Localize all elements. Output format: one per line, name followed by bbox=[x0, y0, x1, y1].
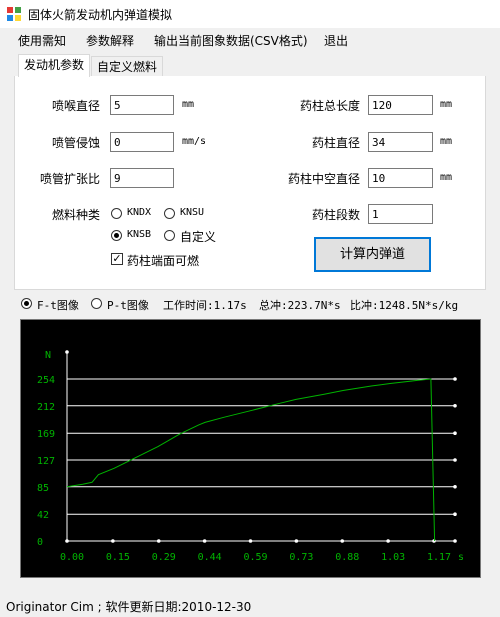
x-tick-label: 1.17 bbox=[427, 552, 451, 563]
label-fuel-type: 燃料种类 bbox=[51, 208, 100, 222]
label-grain-length: 药柱总长度 bbox=[299, 99, 360, 113]
x-tick-dot bbox=[156, 539, 161, 543]
specific-impulse-readout: 比冲:1248.5N*s/kg bbox=[350, 299, 459, 312]
y-gridline-end-dot bbox=[453, 484, 457, 489]
core-diameter-unit: mm bbox=[440, 172, 453, 183]
y-gridline-end-dot bbox=[453, 431, 457, 436]
plot-panel: 0 42 85 127 169 212 254 0.00 0.15 0.29 0.44 0.59 0.7… bbox=[20, 319, 481, 578]
radio-pt-plot-label: P-t图像 bbox=[107, 299, 149, 312]
x-axis-end-dot bbox=[453, 539, 457, 543]
grain-length-input[interactable]: 120 bbox=[368, 95, 433, 115]
radio-knsu-label: KNSU bbox=[180, 207, 205, 218]
core-diameter-input[interactable]: 10 bbox=[368, 168, 433, 188]
app-icon bbox=[7, 7, 21, 21]
nozzle-erosion-unit: mm/s bbox=[182, 136, 207, 147]
radio-pt-plot[interactable] bbox=[91, 298, 102, 309]
x-axis-label: s bbox=[458, 552, 464, 563]
y-tick-label: 42 bbox=[37, 510, 49, 521]
x-tick-label: 0.59 bbox=[244, 552, 268, 563]
x-tick-dot bbox=[202, 539, 207, 543]
nozzle-erosion-input[interactable]: 0 bbox=[110, 132, 174, 152]
x-tick-dot bbox=[111, 539, 115, 543]
y-gridline-end-dot bbox=[453, 512, 457, 517]
y-tick-label: 127 bbox=[37, 456, 55, 467]
throat-diameter-input[interactable]: 5 bbox=[110, 95, 174, 115]
radio-custom-fuel-label: 自定义 bbox=[180, 230, 217, 244]
menu-param-explain[interactable]: 参数解释 bbox=[86, 32, 134, 49]
label-nozzle-erosion: 喷管侵蚀 bbox=[51, 136, 100, 150]
y-tick-label: 85 bbox=[37, 483, 49, 494]
grain-diameter-unit: mm bbox=[440, 136, 453, 147]
radio-knsb[interactable] bbox=[111, 230, 122, 241]
x-tick-label: 0.29 bbox=[152, 552, 176, 563]
x-tick-dot bbox=[340, 539, 345, 543]
radio-knsu[interactable] bbox=[164, 208, 175, 219]
x-tick-label: 0.44 bbox=[198, 552, 222, 563]
x-tick-label: 0.00 bbox=[60, 552, 84, 563]
y-tick-label: 254 bbox=[37, 375, 55, 386]
work-time-readout: 工作时间:1.17s bbox=[163, 299, 247, 312]
radio-ft-plot[interactable] bbox=[21, 298, 32, 309]
label-core-diameter: 药柱中空直径 bbox=[287, 172, 360, 186]
segment-count-input[interactable]: 1 bbox=[368, 204, 433, 224]
expansion-ratio-input[interactable]: 9 bbox=[110, 168, 174, 188]
menu-export-csv[interactable]: 输出当前图象数据(CSV格式) bbox=[154, 32, 308, 49]
label-segment-count: 药柱段数 bbox=[311, 208, 360, 222]
x-tick-dot bbox=[65, 539, 69, 543]
x-tick-dot bbox=[386, 539, 390, 543]
radio-kndx-label: KNDX bbox=[127, 207, 152, 218]
y-tick-label: 0 bbox=[37, 537, 43, 548]
tab-engine-params[interactable]: 发动机参数 bbox=[18, 54, 91, 77]
menu-exit[interactable]: 退出 bbox=[324, 32, 348, 49]
radio-kndx[interactable] bbox=[111, 208, 122, 219]
x-tick-dot bbox=[248, 539, 253, 543]
window-title: 固体火箭发动机内弹道模拟 bbox=[28, 8, 173, 22]
label-throat-diameter: 喷喉直径 bbox=[51, 99, 100, 113]
calculate-button[interactable]: 计算内弹道 bbox=[314, 237, 431, 272]
x-tick-label: 0.15 bbox=[106, 552, 130, 563]
force-time-chart: 0 42 85 127 169 212 254 0.00 0.15 0.29 0.44 0.59 0.7… bbox=[37, 350, 464, 563]
radio-custom-fuel[interactable] bbox=[164, 230, 175, 241]
y-gridline-end-dot bbox=[453, 377, 457, 381]
total-impulse-readout: 总冲:223.7N*s bbox=[259, 299, 341, 312]
tab-custom-fuel[interactable]: 自定义燃料 bbox=[91, 56, 164, 77]
y-tick-label: 169 bbox=[37, 429, 55, 440]
throat-diameter-unit: mm bbox=[182, 99, 195, 110]
x-tick-label: 1.03 bbox=[381, 552, 405, 563]
end-burn-label: 药柱端面可燃 bbox=[127, 254, 200, 268]
y-axis-label: N bbox=[45, 350, 51, 361]
y-axis-end-dot bbox=[65, 350, 69, 354]
y-gridline-end-dot bbox=[453, 458, 457, 462]
end-burn-checkbox[interactable]: ✓ bbox=[111, 253, 123, 265]
x-tick-label: 0.73 bbox=[289, 552, 313, 563]
grain-length-unit: mm bbox=[440, 99, 453, 110]
radio-knsb-label: KNSB bbox=[127, 229, 152, 240]
grain-diameter-input[interactable]: 34 bbox=[368, 132, 433, 152]
menu-usage-notes[interactable]: 使用需知 bbox=[18, 32, 66, 49]
status-text: Originator Cim ; 软件更新日期:2010-12-30 bbox=[6, 600, 252, 614]
x-tick-dot bbox=[432, 539, 436, 543]
y-gridline-end-dot bbox=[453, 403, 457, 408]
label-grain-diameter: 药柱直径 bbox=[311, 136, 360, 150]
y-tick-label: 212 bbox=[37, 402, 55, 413]
x-tick-dot bbox=[294, 539, 299, 543]
x-tick-label: 0.88 bbox=[335, 552, 359, 563]
label-expansion-ratio: 喷管扩张比 bbox=[39, 172, 100, 186]
radio-ft-plot-label: F-t图像 bbox=[37, 299, 79, 312]
